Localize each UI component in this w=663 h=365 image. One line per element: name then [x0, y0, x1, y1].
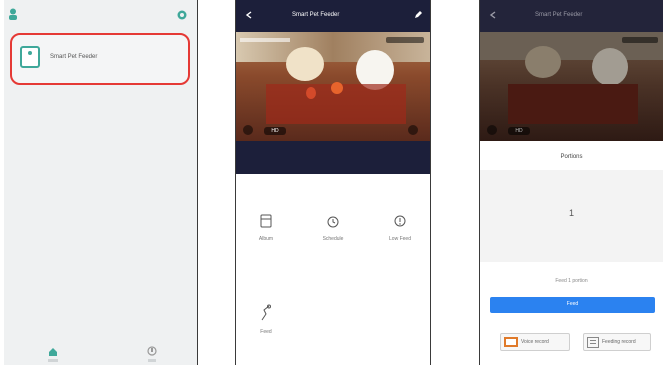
- header-title: Smart Pet Feeder: [292, 12, 340, 18]
- divider-3: [430, 0, 431, 365]
- action-feed-label: Feed: [260, 329, 272, 335]
- capture-button[interactable]: [408, 125, 418, 135]
- action-feed[interactable]: Feed: [248, 302, 284, 338]
- quality-badge[interactable]: HD: [264, 127, 286, 135]
- divider-1: [197, 0, 198, 365]
- home-tab-icon[interactable]: [48, 347, 58, 357]
- action-schedule[interactable]: Schedule: [311, 212, 355, 248]
- camera-feed[interactable]: HD: [236, 32, 430, 141]
- voice-record-chip[interactable]: Voice record: [500, 333, 570, 351]
- mic-icon: [504, 337, 518, 347]
- schedule-icon: [327, 216, 339, 228]
- feeder-icon: [20, 46, 40, 68]
- confirm-button-label: Feed: [566, 301, 579, 307]
- value-picker[interactable]: 1: [480, 170, 663, 262]
- action-album-label: Album: [258, 236, 274, 242]
- list-icon: [587, 337, 599, 348]
- back-icon[interactable]: [245, 11, 253, 19]
- action-schedule-label: Schedule: [322, 236, 344, 242]
- action-album[interactable]: Album: [246, 212, 286, 248]
- action-low-feed-label: Low Feed: [389, 236, 411, 242]
- video-control-bar: [236, 141, 430, 174]
- info-icon: [394, 215, 406, 227]
- device-tab-label: [148, 359, 156, 362]
- feed-icon: [261, 304, 271, 321]
- screen-feeder: Smart Pet Feeder HD Album Schedule Low F…: [236, 0, 430, 365]
- device-tab-icon[interactable]: [147, 346, 157, 357]
- edit-icon[interactable]: [414, 10, 423, 19]
- action-low-feed[interactable]: Low Feed: [376, 212, 424, 248]
- feeding-record-chip[interactable]: Feeding record: [583, 333, 651, 351]
- voice-record-label: Voice record: [521, 339, 549, 345]
- home-tab-label: [48, 359, 58, 362]
- profile-icon[interactable]: [8, 8, 18, 20]
- feeding-record-label: Feeding record: [602, 339, 636, 345]
- portions-sheet: Portions 1 Feed 1 portion Feed Voice rec…: [480, 146, 663, 365]
- video-status-tag: [386, 37, 424, 43]
- portion-hint: Feed 1 portion: [555, 278, 588, 284]
- screen-portions: Smart Pet Feeder HD Portions 1 Feed 1 po…: [480, 0, 663, 365]
- bottom-nav: [4, 340, 197, 365]
- back-icon-dim[interactable]: [489, 11, 497, 19]
- portion-value: 1: [568, 208, 574, 218]
- header-title-dim: Smart Pet Feeder: [535, 12, 583, 18]
- fullscreen-button[interactable]: [243, 125, 253, 135]
- quality-badge-dim: HD: [508, 127, 530, 135]
- settings-icon[interactable]: [177, 10, 187, 20]
- sheet-title: Portions: [560, 154, 583, 160]
- device-name: Smart Pet Feeder: [50, 54, 98, 60]
- camera-feed-dim: HD: [480, 32, 663, 141]
- screen-home: Smart Pet Feeder: [4, 0, 197, 365]
- album-icon: [260, 214, 272, 228]
- device-card[interactable]: Smart Pet Feeder: [10, 33, 190, 85]
- confirm-button[interactable]: Feed: [490, 297, 655, 313]
